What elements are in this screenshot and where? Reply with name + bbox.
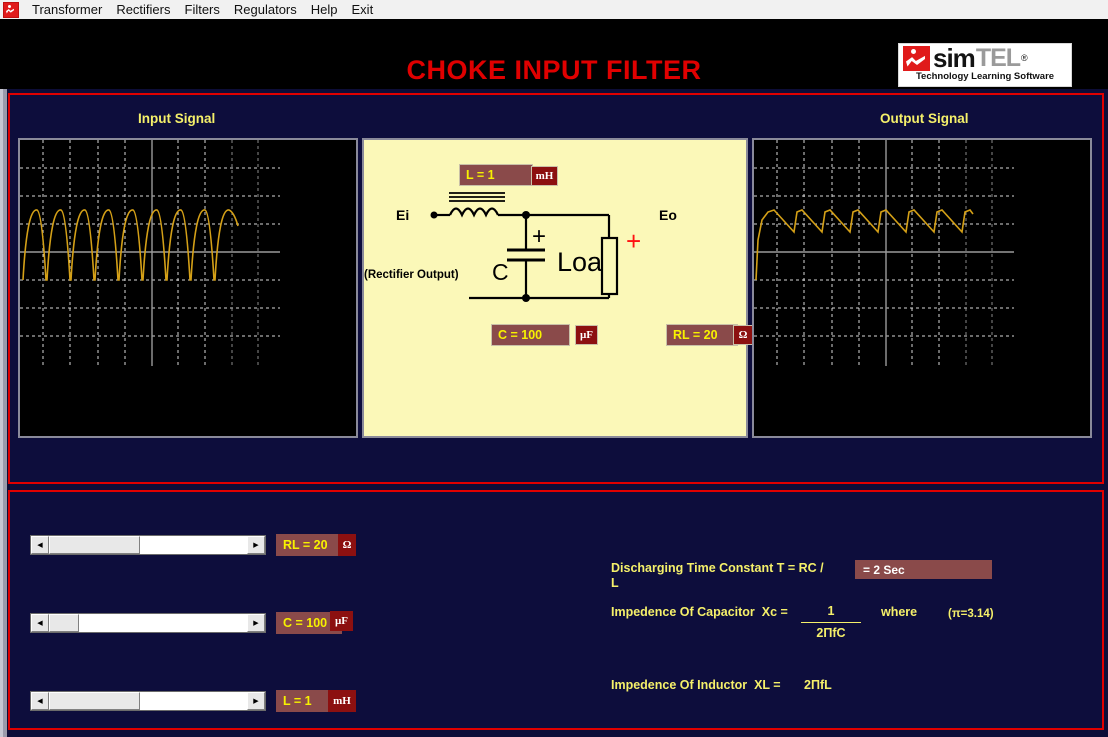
xc-fraction-bar — [801, 622, 861, 623]
inductance-slider-right-arrow-icon[interactable]: ▶ — [247, 692, 265, 710]
capacitance-slider-thumb[interactable] — [49, 614, 79, 632]
inductor-impedance-value: 2ΠfL — [804, 678, 832, 692]
inductance-slider-left-arrow-icon[interactable]: ◀ — [31, 692, 49, 710]
menu-item-help[interactable]: Help — [304, 1, 345, 18]
svg-text:C: C — [492, 259, 509, 285]
load-resistance-slider[interactable]: ◀ ▶ — [30, 535, 266, 555]
output-signal-label: Output Signal — [880, 111, 969, 126]
inductor-impedance-label: Impedence Of Inductor XL = — [611, 678, 781, 692]
capacitor-unit-badge: µF — [575, 325, 598, 345]
logo-tel-text: TEL — [975, 43, 1021, 72]
inductance-slider-thumb[interactable] — [49, 692, 141, 710]
svg-text:+: + — [626, 226, 641, 256]
load-slider-track[interactable] — [49, 536, 247, 554]
menu-item-exit[interactable]: Exit — [345, 1, 381, 18]
load-slider-thumb[interactable] — [49, 536, 141, 554]
controls-panel: ◀ ▶ RL = 20 Ω ◀ ▶ C = 100 µF ◀ ▶ L = 1 m… — [8, 490, 1104, 730]
capacitance-slider[interactable]: ◀ ▶ — [30, 613, 266, 633]
input-scope-display — [18, 138, 358, 438]
logo-tagline: Technology Learning Software — [915, 71, 1055, 82]
inductance-unit: mH — [328, 690, 356, 712]
circuit-diagram: Ei Eo (Rectifier Output) + C Load + L = … — [362, 138, 753, 438]
registered-mark-icon: ® — [1021, 53, 1028, 63]
discharge-time-constant-value: = 2 Sec — [855, 560, 992, 579]
capacitor-impedance-label: Impedence Of Capacitor Xc = — [611, 605, 788, 619]
where-label: where — [881, 605, 918, 619]
simtel-mark-icon — [903, 45, 930, 71]
app-logo-icon — [3, 1, 19, 18]
load-value-badge: RL = 20 — [666, 324, 738, 346]
capacitance-slider-track[interactable] — [49, 614, 247, 632]
menu-item-rectifiers[interactable]: Rectifiers — [109, 1, 177, 18]
capacitance-unit: µF — [330, 611, 353, 631]
inductor-unit-badge: mH — [531, 166, 558, 186]
input-signal-label: Input Signal — [138, 111, 216, 126]
pi-note: (π=3.14) — [948, 608, 994, 620]
capacitance-slider-left-arrow-icon[interactable]: ◀ — [31, 614, 49, 632]
logo-sim-text: sim — [933, 43, 976, 73]
simtel-logo: sim TEL ® Technology Learning Software — [898, 43, 1072, 87]
inductor-value-badge: L = 1 — [459, 164, 533, 186]
svg-text:+: + — [532, 223, 546, 250]
xc-denominator: 2ΠfC — [816, 626, 846, 640]
xc-numerator: 1 — [827, 604, 835, 618]
menu-item-transformer[interactable]: Transformer — [25, 1, 109, 18]
capacitance-slider-right-arrow-icon[interactable]: ▶ — [247, 614, 265, 632]
menu-bar: Transformer Rectifiers Filters Regulator… — [0, 0, 1108, 20]
title-banner: CHOKE INPUT FILTER sim TEL ® Technology … — [0, 19, 1108, 89]
inductance-slider[interactable]: ◀ ▶ — [30, 691, 266, 711]
load-slider-left-arrow-icon[interactable]: ◀ — [31, 536, 49, 554]
output-scope-display — [752, 138, 1092, 438]
output-waveform-svg — [754, 140, 1086, 432]
load-resistance-unit: Ω — [338, 534, 356, 556]
menu-item-regulators[interactable]: Regulators — [227, 1, 304, 18]
svg-text:Eo: Eo — [659, 207, 677, 223]
svg-text:(Rectifier Output): (Rectifier Output) — [364, 269, 459, 281]
simulation-panel: Input Signal Output Signal Ei Eo (Rectif… — [8, 93, 1104, 572]
inductance-slider-track[interactable] — [49, 692, 247, 710]
capacitor-value-badge: C = 100 — [491, 324, 570, 346]
window-left-gutter-highlight — [0, 19, 3, 737]
load-slider-right-arrow-icon[interactable]: ▶ — [247, 536, 265, 554]
inductance-value: L = 1 — [276, 690, 328, 712]
svg-text:Ei: Ei — [396, 207, 409, 223]
load-unit-badge: Ω — [733, 325, 753, 345]
discharge-time-constant-label: Discharging Time Constant T = RC / L — [611, 561, 824, 590]
load-resistance-value: RL = 20 — [276, 534, 338, 556]
menu-item-filters[interactable]: Filters — [178, 1, 227, 18]
input-waveform-svg — [20, 140, 352, 432]
